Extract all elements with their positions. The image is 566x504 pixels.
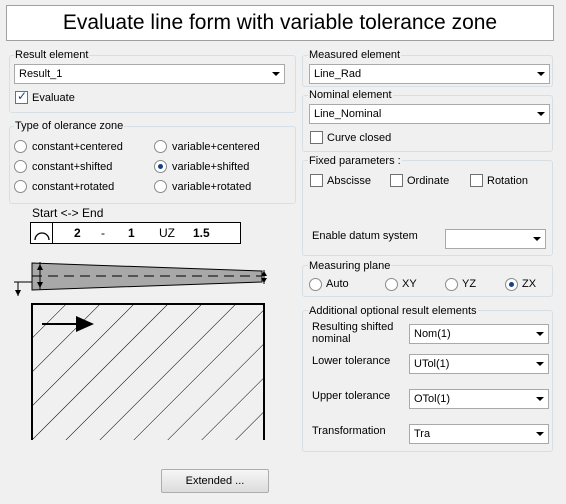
lower-tolerance-label: Lower tolerance — [312, 355, 391, 367]
label-plane-yz: YZ — [462, 278, 477, 290]
result-element-value: Result_1 — [19, 68, 63, 80]
evaluate-checkbox[interactable] — [15, 89, 28, 104]
radio-variable-rotated[interactable] — [154, 180, 167, 193]
label-variable-rotated: variable+rotated — [172, 181, 252, 193]
label-constant-centered: constant+centered — [32, 141, 123, 153]
measured-element-combo[interactable]: Line_Rad — [309, 64, 550, 84]
curve-closed-checkbox[interactable] — [310, 131, 323, 144]
result-element-label: Result element — [14, 49, 90, 61]
shifted-nominal-value: Nom(1) — [414, 328, 451, 340]
radio-plane-xy[interactable] — [385, 278, 398, 291]
lower-tolerance-value: UTol(1) — [414, 358, 450, 370]
code-value: 1.5 — [193, 226, 210, 240]
enable-datum-label: Enable datum system — [312, 230, 418, 242]
abscisse-label: Abscisse — [327, 175, 372, 187]
shifted-nominal-label: Resulting shifted nominal — [312, 321, 394, 345]
radio-variable-shifted[interactable] — [154, 160, 167, 173]
code-value-b: 1 — [128, 226, 135, 240]
upper-tolerance-combo[interactable]: OTol(1) — [409, 389, 549, 409]
chevron-down-icon — [536, 332, 544, 336]
arc-profile-icon — [31, 223, 53, 243]
chevron-down-icon — [537, 72, 545, 76]
extended-button[interactable]: Extended ... — [161, 469, 269, 493]
chevron-down-icon — [533, 237, 541, 241]
label-variable-centered: variable+centered — [172, 141, 260, 153]
label-constant-shifted: constant+shifted — [32, 161, 113, 173]
abscisse-checkbox[interactable] — [310, 174, 323, 187]
datum-system-combo[interactable] — [445, 229, 546, 249]
ordinate-label: Ordinate — [407, 175, 450, 187]
radio-plane-zx[interactable] — [505, 278, 518, 291]
label-plane-auto: Auto — [326, 278, 349, 290]
upper-tolerance-value: OTol(1) — [414, 393, 451, 405]
additional-results-label: Additional optional result elements — [308, 305, 478, 317]
label-constant-rotated: constant+rotated — [32, 181, 115, 193]
code-uz: UZ — [159, 226, 175, 240]
nominal-element-combo[interactable]: Line_Nominal — [309, 104, 550, 124]
chevron-down-icon — [536, 432, 544, 436]
label-plane-xy: XY — [402, 278, 417, 290]
upper-tolerance-label: Upper tolerance — [312, 390, 391, 402]
lower-tolerance-combo[interactable]: UTol(1) — [409, 354, 549, 374]
radio-constant-centered[interactable] — [14, 140, 27, 153]
label-variable-shifted: variable+shifted — [172, 161, 250, 173]
tolerance-type-label: Type of olerance zone — [14, 120, 125, 132]
tolerance-code-box: 2 - 1 UZ 1.5 — [30, 222, 241, 244]
tolerance-diagram — [10, 258, 280, 440]
transformation-combo[interactable]: Tra — [409, 424, 549, 444]
radio-constant-rotated[interactable] — [14, 180, 27, 193]
result-element-combo[interactable]: Result_1 — [14, 64, 285, 84]
curve-closed-label: Curve closed — [327, 132, 392, 144]
chevron-down-icon — [272, 72, 280, 76]
measured-element-value: Line_Rad — [314, 68, 362, 80]
chevron-down-icon — [537, 112, 545, 116]
radio-plane-yz[interactable] — [445, 278, 458, 291]
rotation-checkbox[interactable] — [470, 174, 483, 187]
ordinate-checkbox[interactable] — [390, 174, 403, 187]
radio-plane-auto[interactable] — [309, 278, 322, 291]
chevron-down-icon — [536, 362, 544, 366]
start-end-label: Start <-> End — [32, 206, 104, 220]
measuring-plane-label: Measuring plane — [308, 260, 392, 272]
label-plane-zx: ZX — [522, 278, 537, 290]
shifted-nominal-combo[interactable]: Nom(1) — [409, 324, 549, 344]
radio-variable-centered[interactable] — [154, 140, 167, 153]
code-value-a: 2 — [74, 226, 81, 240]
nominal-element-value: Line_Nominal — [314, 108, 382, 120]
dialog-title: Evaluate line form with variable toleran… — [6, 5, 554, 41]
rotation-label: Rotation — [487, 175, 528, 187]
chevron-down-icon — [536, 397, 544, 401]
transformation-value: Tra — [414, 428, 431, 440]
radio-constant-shifted[interactable] — [14, 160, 27, 173]
transformation-label: Transformation — [312, 425, 386, 437]
evaluate-label: Evaluate — [32, 92, 75, 104]
fixed-parameters-label: Fixed parameters : — [308, 155, 402, 167]
measured-element-label: Measured element — [308, 49, 402, 61]
nominal-element-label: Nominal element — [308, 89, 393, 101]
code-dash: - — [101, 226, 105, 240]
